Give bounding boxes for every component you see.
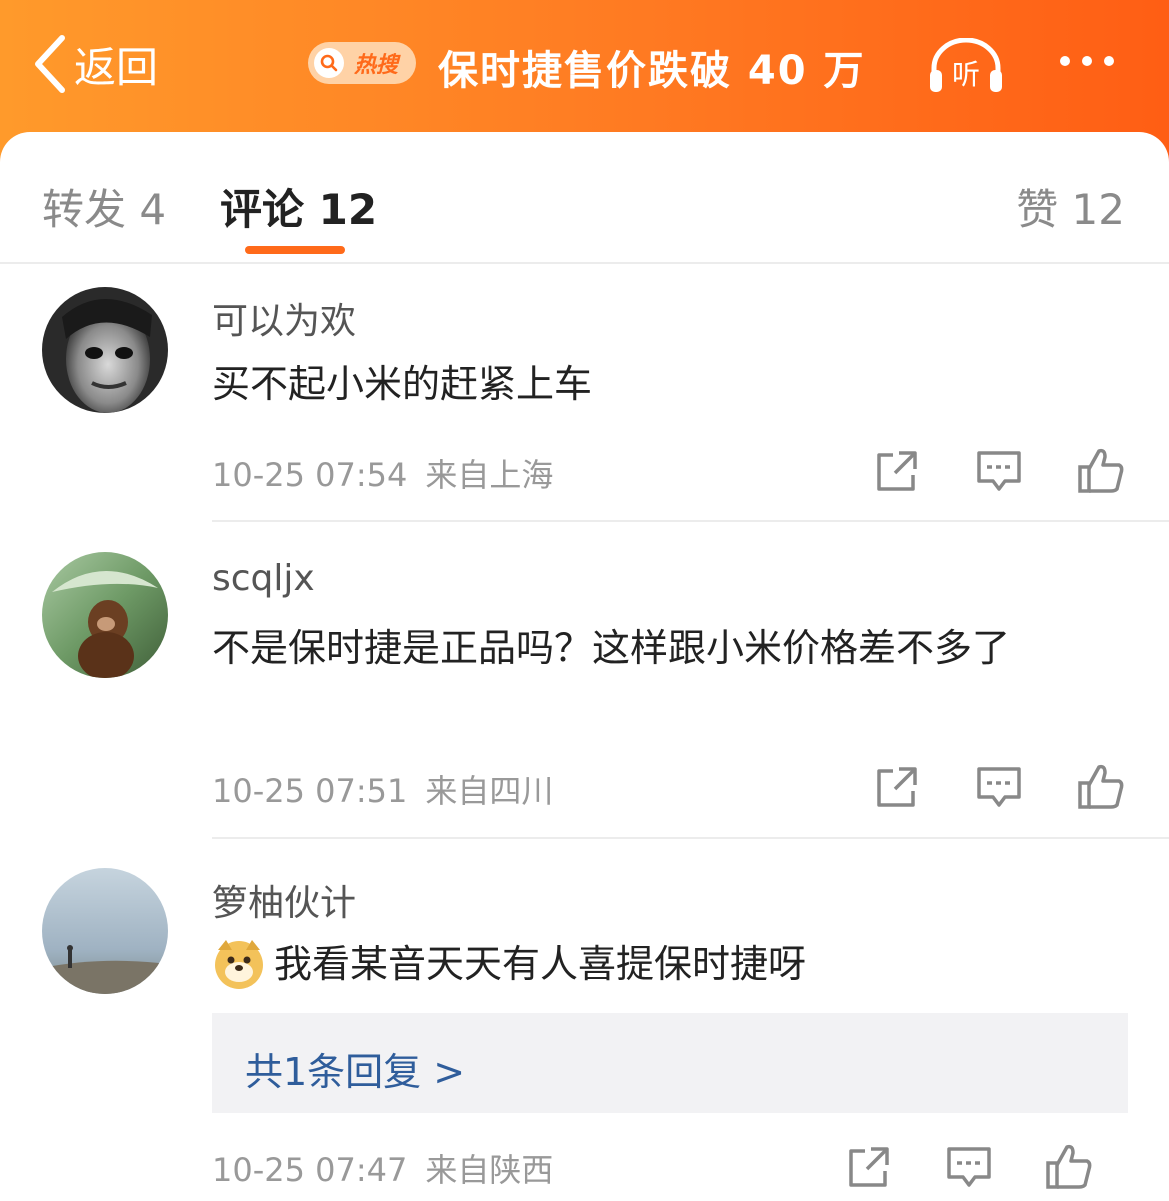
replies-link[interactable]: 共1条回复 >	[245, 1041, 465, 1096]
comment-text: 我看某音天天有人喜提保时捷呀	[212, 932, 1117, 996]
chevron-left-icon	[35, 35, 65, 93]
avatar[interactable]	[42, 287, 168, 413]
row-divider	[212, 837, 1169, 839]
share-icon[interactable]	[873, 447, 921, 495]
comment-time: 10-25 07:51	[212, 772, 408, 810]
replies-box[interactable]: 共1条回复 >	[212, 1013, 1128, 1113]
tab-like[interactable]: 赞 12	[1016, 176, 1125, 237]
tab-comment[interactable]: 评论 12	[220, 176, 377, 237]
comment-meta: 10-25 07:54 来自上海	[212, 450, 553, 496]
listen-label: 听	[952, 58, 980, 91]
doge-emoji	[215, 939, 263, 989]
comment-icon[interactable]	[975, 763, 1023, 811]
comment-text-content: 我看某音天天有人喜提保时捷呀	[274, 942, 807, 986]
avatar[interactable]	[42, 552, 168, 678]
like-icon[interactable]	[1077, 447, 1125, 495]
comment-location: 来自四川	[425, 772, 554, 810]
share-icon[interactable]	[873, 763, 921, 811]
hot-badge-label: 热搜	[354, 53, 399, 78]
comment-location: 来自陕西	[425, 1151, 554, 1189]
back-label: 返回	[74, 42, 159, 92]
comment-text: 不是保时捷是正品吗？这样跟小米价格差不多了	[212, 626, 1011, 670]
topic-title: 保时捷售价跌破 40 万	[438, 48, 866, 94]
comment-time: 10-25 07:47	[212, 1151, 408, 1189]
search-icon	[314, 48, 344, 78]
active-tab-indicator	[245, 246, 345, 254]
comment-location: 来自上海	[425, 456, 554, 494]
comment-time: 10-25 07:54	[212, 456, 408, 494]
hot-search-badge[interactable]: 热搜	[308, 42, 416, 84]
comment-username[interactable]: 可以为欢	[212, 292, 356, 344]
headphones-icon: 听	[930, 37, 1002, 92]
tabs-divider	[0, 262, 1169, 264]
comment-icon[interactable]	[945, 1143, 993, 1191]
tab-repost[interactable]: 转发 4	[42, 176, 166, 237]
like-icon[interactable]	[1045, 1143, 1093, 1191]
row-divider	[212, 520, 1169, 522]
comment-username[interactable]: 箩柚伙计	[212, 874, 356, 926]
comment-meta: 10-25 07:51 来自四川	[212, 766, 553, 812]
share-icon[interactable]	[845, 1143, 893, 1191]
like-icon[interactable]	[1077, 763, 1125, 811]
comment-text: 买不起小米的赶紧上车	[212, 362, 593, 406]
comment-meta: 10-25 07:47 来自陕西	[212, 1145, 553, 1191]
listen-button[interactable]: 听	[928, 37, 1004, 94]
comment-icon[interactable]	[975, 447, 1023, 495]
back-button[interactable]: 返回	[32, 32, 158, 96]
comment-username[interactable]: scqljx	[212, 558, 315, 599]
avatar[interactable]	[42, 868, 168, 994]
more-dots-icon[interactable]	[1060, 56, 1114, 66]
